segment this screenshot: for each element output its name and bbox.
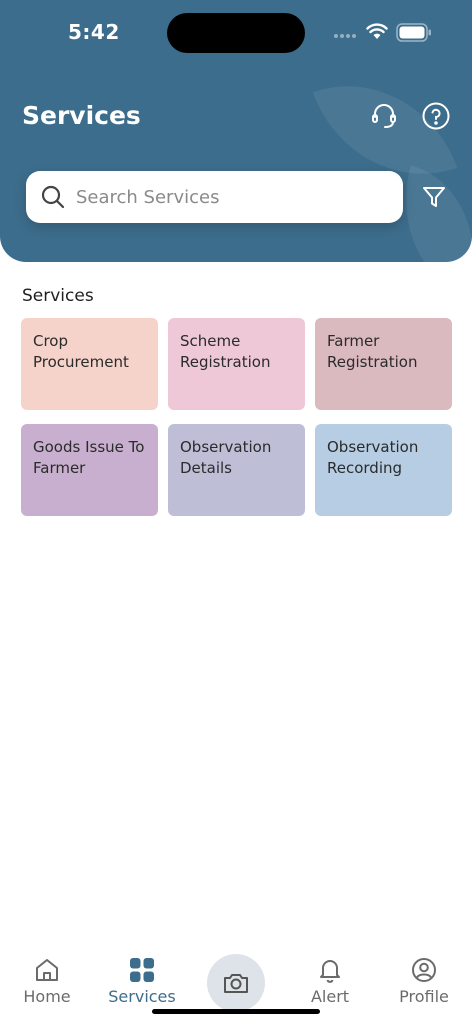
grid-icon [130,958,154,982]
nav-label-home: Home [23,987,71,1006]
service-card-farmer-registration[interactable]: Farmer Registration [315,318,452,410]
search-bar [26,171,403,223]
home-indicator [152,1009,320,1014]
wifi-icon [366,23,388,39]
nav-item-profile[interactable]: Profile [377,956,471,1006]
dynamic-island [167,13,305,53]
bell-icon [320,960,340,983]
page-title: Services [22,101,141,130]
help-circle-icon [422,102,450,130]
service-card-observation-recording[interactable]: Observation Recording [315,424,452,516]
search-input[interactable] [76,186,376,208]
nav-item-home[interactable]: Home [0,956,94,1006]
status-bar: 5:42 [0,0,472,64]
service-card-goods-issue[interactable]: Goods Issue To Farmer [21,424,158,516]
help-button[interactable] [420,100,452,132]
nav-label-services: Services [108,987,176,1006]
service-card-scheme-registration[interactable]: Scheme Registration [168,318,305,410]
cellular-signal-icon [334,34,356,38]
battery-icon [396,23,431,42]
search-icon [41,185,65,209]
camera-button[interactable] [207,954,265,1012]
camera-icon [224,974,248,993]
home-icon [36,959,58,981]
support-button[interactable] [368,100,400,132]
nav-item-services[interactable]: Services [95,956,189,1006]
status-time: 5:42 [68,20,120,44]
nav-label-alert: Alert [310,987,350,1006]
header: 5:42 Services [0,0,472,262]
user-circle-icon [412,958,436,982]
service-card-crop-procurement[interactable]: Crop Procurement [21,318,158,410]
section-title: Services [22,286,94,306]
services-grid: Crop Procurement Scheme Registration Far… [21,318,452,516]
nav-label-profile: Profile [399,987,449,1006]
filter-icon[interactable] [421,184,447,210]
headset-icon [372,104,396,128]
service-card-observation-details[interactable]: Observation Details [168,424,305,516]
nav-item-alert[interactable]: Alert [283,956,377,1006]
